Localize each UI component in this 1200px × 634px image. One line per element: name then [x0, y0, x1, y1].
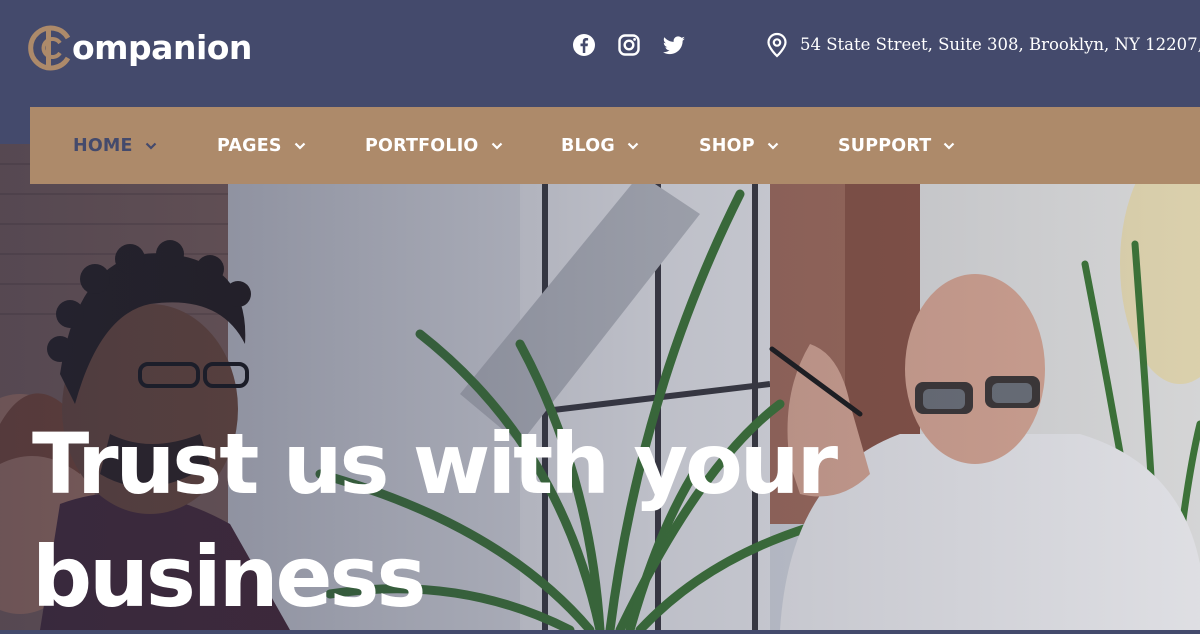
social-links — [572, 33, 686, 57]
hero-headline-line-2: business — [32, 528, 427, 626]
chevron-down-icon — [491, 142, 502, 150]
nav-label: PAGES — [217, 135, 282, 156]
logo-text: ompanion — [72, 28, 252, 67]
hero-headline: Trust us with your business — [32, 408, 932, 634]
nav-label: BLOG — [561, 135, 615, 156]
map-pin-icon — [767, 32, 787, 58]
logo-mark-icon — [28, 25, 71, 71]
instagram-icon[interactable] — [617, 33, 641, 57]
facebook-icon[interactable] — [572, 33, 596, 57]
twitter-icon[interactable] — [662, 33, 686, 57]
main-nav: HOME PAGES PORTFOLIO BLOG SHOP SUPPORT — [30, 107, 1200, 184]
chevron-down-icon — [145, 142, 156, 150]
nav-label: PORTFOLIO — [365, 135, 479, 156]
address-text: 54 State Street, Suite 308, Brooklyn, NY… — [800, 35, 1200, 54]
chevron-down-icon — [294, 142, 305, 150]
chevron-down-icon — [627, 142, 639, 150]
chevron-down-icon — [767, 142, 779, 150]
nav-item-support[interactable]: SUPPORT — [838, 107, 955, 184]
nav-label: SHOP — [699, 135, 755, 156]
site-logo[interactable]: ompanion — [28, 24, 252, 72]
nav-item-pages[interactable]: PAGES — [217, 107, 306, 184]
chevron-down-icon — [944, 142, 955, 150]
nav-item-home[interactable]: HOME — [73, 107, 157, 184]
nav-item-shop[interactable]: SHOP — [699, 107, 779, 184]
nav-label: SUPPORT — [838, 135, 932, 156]
address-block: 54 State Street, Suite 308, Brooklyn, NY… — [766, 32, 1200, 58]
nav-item-blog[interactable]: BLOG — [561, 107, 639, 184]
nav-item-portfolio[interactable]: PORTFOLIO — [365, 107, 503, 184]
hero-headline-line-1: Trust us with your — [32, 415, 838, 513]
nav-label: HOME — [73, 135, 133, 156]
